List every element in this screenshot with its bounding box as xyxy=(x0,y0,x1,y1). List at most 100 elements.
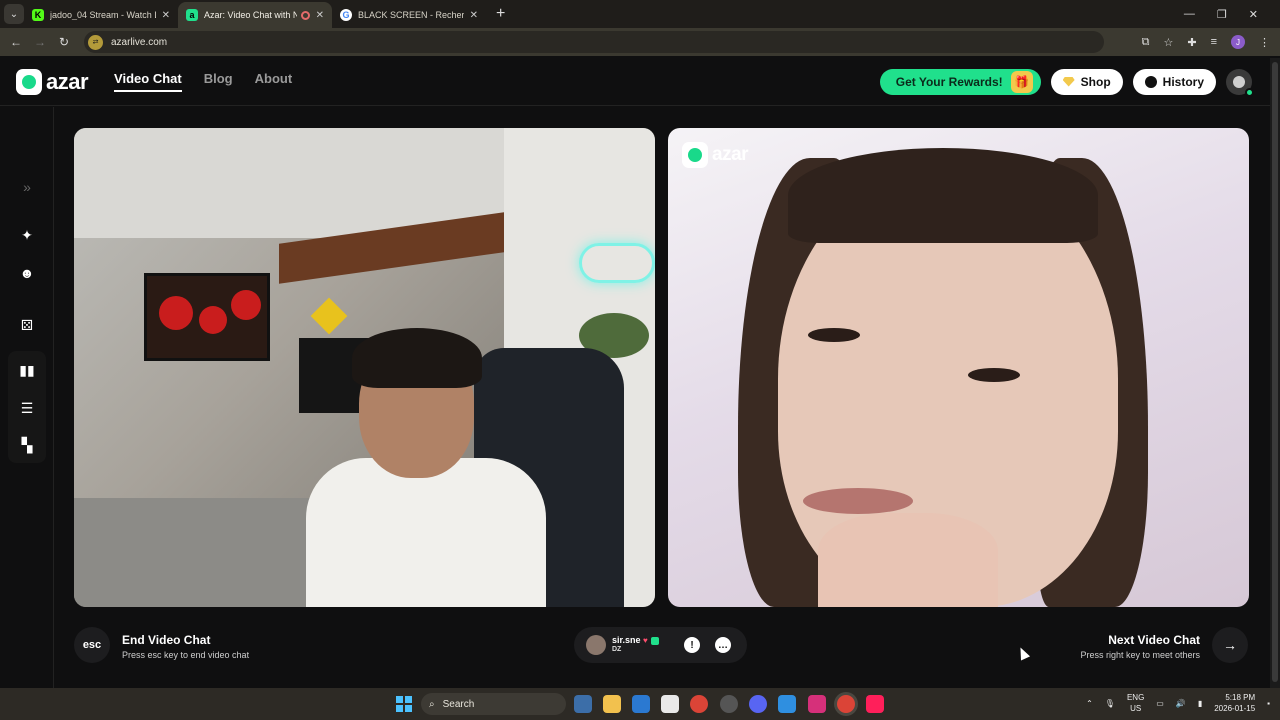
address-bar: ← → ↻ ⇄ azarlive.com ⧉ ☆ ✚ ≡ J ⋮ xyxy=(0,28,1280,56)
bookmark-star-icon[interactable]: ☆ xyxy=(1163,36,1173,49)
arrow-right-icon: → xyxy=(1223,637,1237,653)
tab-search-menu-icon[interactable]: ⌄ xyxy=(4,4,24,24)
kick-icon: K xyxy=(32,9,44,21)
peer-name: sir.sne ♥ xyxy=(612,635,659,645)
battery-icon[interactable]: ▮ xyxy=(1198,699,1202,708)
end-chat-hint: Press esc key to end video chat xyxy=(122,650,250,660)
person-body xyxy=(306,458,546,607)
peer-country: DZ xyxy=(612,646,622,653)
nav-blog[interactable]: Blog xyxy=(204,71,233,92)
peer-video: azar xyxy=(668,128,1249,607)
layout-grid-icon[interactable]: ▚ xyxy=(17,435,37,455)
peer-eye xyxy=(968,368,1020,382)
url-field[interactable]: ⇄ azarlive.com xyxy=(84,31,1104,53)
tab-label: jadoo_04 Stream - Watch Live o xyxy=(50,10,156,20)
extensions-icon[interactable]: ✚ xyxy=(1187,36,1196,49)
chat-controls: esc End Video Chat Press esc key to end … xyxy=(54,623,1270,673)
chrome-active-icon[interactable] xyxy=(837,695,855,713)
expand-icon[interactable]: » xyxy=(17,177,37,197)
layout-split-icon[interactable]: ▮▮ xyxy=(17,360,37,380)
discord-icon[interactable] xyxy=(749,695,767,713)
rewards-label: Get Your Rewards! xyxy=(895,74,1003,89)
tab-azar[interactable]: a Azar: Video Chat with New ✕ xyxy=(178,2,332,28)
user-avatar[interactable] xyxy=(1226,68,1254,97)
azar-logo-mark-icon xyxy=(16,68,42,95)
url-text: azarlive.com xyxy=(111,36,168,48)
shop-button[interactable]: Shop xyxy=(1050,68,1123,95)
minimize-icon[interactable]: — xyxy=(1184,8,1195,21)
person-hair xyxy=(352,328,482,388)
user-icon xyxy=(1233,75,1245,88)
store-icon[interactable] xyxy=(661,695,679,713)
close-icon[interactable]: ✕ xyxy=(162,10,170,21)
nav-about[interactable]: About xyxy=(255,71,293,92)
reload-icon[interactable]: ↻ xyxy=(52,35,76,49)
next-chat-button[interactable]: → xyxy=(1212,627,1248,663)
steam-icon[interactable] xyxy=(720,695,738,713)
outlook-icon[interactable] xyxy=(632,695,650,713)
site-header: azar Video Chat Blog About Get Your Rewa… xyxy=(0,58,1270,106)
search-label: Search xyxy=(442,698,475,710)
taskbar-search[interactable]: ⌕ Search xyxy=(421,693,566,715)
app-icon[interactable] xyxy=(778,695,796,713)
magic-wand-icon[interactable]: ✦ xyxy=(17,225,37,245)
azar-logo-mark-icon xyxy=(682,142,708,168)
page-scrollbar[interactable] xyxy=(1270,58,1280,688)
window-close-icon[interactable]: ✕ xyxy=(1249,8,1258,21)
gem-icon xyxy=(1062,76,1075,87)
close-icon[interactable]: ✕ xyxy=(470,10,478,21)
main-nav: Video Chat Blog About xyxy=(114,71,292,92)
peer-avatar[interactable] xyxy=(586,635,606,655)
search-icon: ⌕ xyxy=(429,698,435,710)
video-watermark: azar xyxy=(682,142,749,168)
forward-icon[interactable]: → xyxy=(28,35,52,49)
dice-icon[interactable]: ⚄ xyxy=(17,315,37,335)
peer-hand xyxy=(818,513,998,607)
tray-overflow-icon[interactable]: ⌃ xyxy=(1086,699,1093,708)
browser-menu-icon[interactable]: ⋮ xyxy=(1259,36,1270,49)
site-info-icon[interactable]: ⇄ xyxy=(88,34,103,50)
end-chat-button[interactable]: esc xyxy=(74,627,110,663)
windows-taskbar: ⌕ Search ⌃ 🎙 ENG US ▭ 🔊 ▮ 5:18 PM 2026-0… xyxy=(0,688,1280,720)
azar-logo[interactable]: azar xyxy=(16,68,89,95)
profile-avatar[interactable]: J xyxy=(1231,35,1245,49)
restore-icon[interactable]: ❐ xyxy=(1217,8,1227,21)
history-button[interactable]: History xyxy=(1132,68,1216,95)
layout-stack-icon[interactable]: ☰ xyxy=(17,398,37,418)
back-icon[interactable]: ← xyxy=(4,35,28,49)
file-explorer-icon[interactable] xyxy=(603,695,621,713)
next-chat-title: Next Video Chat xyxy=(1108,633,1200,647)
end-chat-title: End Video Chat xyxy=(122,633,211,647)
recording-indicator-icon xyxy=(300,10,310,20)
bed xyxy=(74,498,314,607)
display-icon[interactable]: ▭ xyxy=(1156,699,1164,708)
microphone-icon[interactable]: 🎙 xyxy=(1105,699,1115,708)
face-filter-icon[interactable]: ☻ xyxy=(17,263,37,283)
report-icon[interactable]: ! xyxy=(684,637,700,653)
nav-video-chat[interactable]: Video Chat xyxy=(114,71,182,92)
next-chat-hint: Press right key to meet others xyxy=(1080,650,1200,660)
tab-google-search[interactable]: G BLACK SCREEN - Recherche Go ✕ xyxy=(332,2,486,28)
taskbar-clock[interactable]: 5:18 PM 2026-01-15 xyxy=(1214,692,1255,714)
left-toolbar: » ✦ ☻ ⚄ ▮▮ ☰ ▚ xyxy=(0,107,54,688)
poppy-painting xyxy=(144,273,270,361)
install-app-icon[interactable]: ⧉ xyxy=(1142,36,1150,49)
chat-bubble-icon[interactable]: … xyxy=(715,637,731,653)
media-queue-icon[interactable]: ≡ xyxy=(1211,36,1217,48)
notifications-icon[interactable]: ▪ xyxy=(1267,699,1270,708)
close-icon[interactable]: ✕ xyxy=(316,10,324,21)
tab-kick-stream[interactable]: K jadoo_04 Stream - Watch Live o ✕ xyxy=(24,2,178,28)
azar-icon: a xyxy=(186,9,198,21)
rewards-button[interactable]: Get Your Rewards! 🎁 xyxy=(879,68,1041,95)
volume-icon[interactable]: 🔊 xyxy=(1176,699,1186,708)
tiktok-icon[interactable] xyxy=(866,695,884,713)
widgets-icon[interactable] xyxy=(574,695,592,713)
new-tab-icon[interactable]: + xyxy=(496,5,505,23)
language-indicator[interactable]: ENG US xyxy=(1127,692,1144,714)
online-status-badge xyxy=(1245,87,1254,97)
instagram-icon[interactable] xyxy=(808,695,826,713)
self-video xyxy=(74,128,655,607)
lang-code: ENG xyxy=(1126,693,1145,702)
chrome-icon[interactable] xyxy=(690,695,708,713)
windows-start-icon[interactable] xyxy=(396,696,412,712)
